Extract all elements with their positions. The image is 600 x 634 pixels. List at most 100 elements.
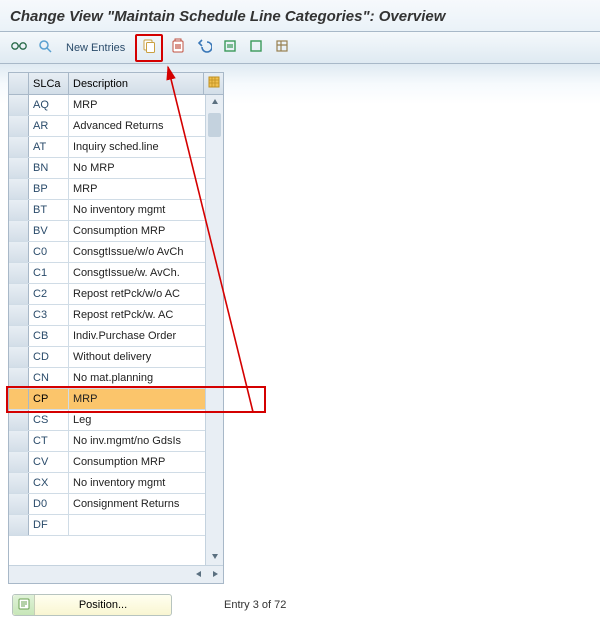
cell-description[interactable]: No mat.planning: [69, 368, 205, 389]
row-selector[interactable]: [9, 410, 29, 430]
row-selector[interactable]: [9, 158, 29, 178]
cell-code[interactable]: CV: [29, 452, 69, 473]
table-row[interactable]: C0ConsgtIssue/w/o AvCh: [9, 242, 205, 263]
select-all-button[interactable]: [219, 37, 241, 59]
cell-description[interactable]: Repost retPck/w/o AC: [69, 284, 205, 305]
table-row[interactable]: C3Repost retPck/w. AC: [9, 305, 205, 326]
table-row[interactable]: BTNo inventory mgmt: [9, 200, 205, 221]
cell-description[interactable]: Repost retPck/w. AC: [69, 305, 205, 326]
table-row[interactable]: BVConsumption MRP: [9, 221, 205, 242]
deselect-all-button[interactable]: [245, 37, 267, 59]
column-header-description[interactable]: Description: [69, 73, 203, 95]
table-row[interactable]: BPMRP: [9, 179, 205, 200]
scroll-down-button[interactable]: [206, 549, 223, 565]
table-row[interactable]: C2Repost retPck/w/o AC: [9, 284, 205, 305]
row-selector[interactable]: [9, 515, 29, 535]
vertical-scrollbar[interactable]: [205, 95, 223, 565]
other-view-button[interactable]: [8, 37, 30, 59]
cell-description[interactable]: MRP: [69, 179, 205, 200]
cell-description[interactable]: Consignment Returns: [69, 494, 205, 515]
table-row[interactable]: CBIndiv.Purchase Order: [9, 326, 205, 347]
cell-description[interactable]: ConsgtIssue/w/o AvCh: [69, 242, 205, 263]
cell-description[interactable]: MRP: [69, 95, 205, 116]
cell-code[interactable]: DF: [29, 515, 69, 536]
horizontal-scrollbar[interactable]: [9, 565, 223, 583]
cell-code[interactable]: C1: [29, 263, 69, 284]
row-selector[interactable]: [9, 137, 29, 157]
table-row[interactable]: BNNo MRP: [9, 158, 205, 179]
row-selector[interactable]: [9, 263, 29, 283]
table-row[interactable]: ATInquiry sched.line: [9, 137, 205, 158]
copy-as-button[interactable]: [138, 37, 160, 59]
cell-description[interactable]: Inquiry sched.line: [69, 137, 205, 158]
cell-description[interactable]: Advanced Returns: [69, 116, 205, 137]
table-row[interactable]: CDWithout delivery: [9, 347, 205, 368]
row-selector[interactable]: [9, 200, 29, 220]
row-selector[interactable]: [9, 221, 29, 241]
cell-code[interactable]: C0: [29, 242, 69, 263]
cell-code[interactable]: CS: [29, 410, 69, 431]
table-settings-button[interactable]: [271, 37, 293, 59]
row-selector[interactable]: [9, 179, 29, 199]
table-row[interactable]: CPMRP: [9, 389, 205, 410]
row-selector[interactable]: [9, 473, 29, 493]
table-row[interactable]: CNNo mat.planning: [9, 368, 205, 389]
cell-code[interactable]: CP: [29, 389, 69, 410]
cell-description[interactable]: Indiv.Purchase Order: [69, 326, 205, 347]
cell-code[interactable]: AQ: [29, 95, 69, 116]
scroll-left-button[interactable]: [191, 566, 207, 583]
table-row[interactable]: AQMRP: [9, 95, 205, 116]
cell-code[interactable]: CX: [29, 473, 69, 494]
cell-description[interactable]: No inventory mgmt: [69, 200, 205, 221]
row-selector[interactable]: [9, 305, 29, 325]
cell-code[interactable]: CB: [29, 326, 69, 347]
table-row[interactable]: DF: [9, 515, 205, 536]
row-selector[interactable]: [9, 326, 29, 346]
cell-code[interactable]: D0: [29, 494, 69, 515]
position-button[interactable]: Position...: [12, 594, 172, 616]
cell-code[interactable]: CT: [29, 431, 69, 452]
column-header-code[interactable]: SLCa: [29, 73, 69, 95]
scrollbar-thumb[interactable]: [208, 113, 221, 137]
row-selector[interactable]: [9, 494, 29, 514]
row-selector[interactable]: [9, 242, 29, 262]
table-row[interactable]: ARAdvanced Returns: [9, 116, 205, 137]
table-row[interactable]: CSLeg: [9, 410, 205, 431]
row-selector[interactable]: [9, 368, 29, 388]
cell-code[interactable]: AR: [29, 116, 69, 137]
cell-description[interactable]: No inventory mgmt: [69, 473, 205, 494]
row-selector-header[interactable]: [9, 73, 29, 94]
scroll-up-button[interactable]: [206, 95, 223, 111]
scrollbar-track[interactable]: [206, 111, 223, 549]
row-selector[interactable]: [9, 452, 29, 472]
table-row[interactable]: CVConsumption MRP: [9, 452, 205, 473]
table-config-button[interactable]: [203, 73, 223, 94]
new-entries-button[interactable]: New Entries: [60, 37, 131, 59]
cell-code[interactable]: C2: [29, 284, 69, 305]
cell-code[interactable]: BV: [29, 221, 69, 242]
cell-description[interactable]: Consumption MRP: [69, 221, 205, 242]
row-selector[interactable]: [9, 389, 29, 409]
cell-code[interactable]: C3: [29, 305, 69, 326]
cell-description[interactable]: No inv.mgmt/no GdsIs: [69, 431, 205, 452]
undo-button[interactable]: [193, 37, 215, 59]
row-selector[interactable]: [9, 284, 29, 304]
find-button[interactable]: [34, 37, 56, 59]
row-selector[interactable]: [9, 431, 29, 451]
cell-code[interactable]: BP: [29, 179, 69, 200]
cell-code[interactable]: CD: [29, 347, 69, 368]
table-row[interactable]: C1ConsgtIssue/w. AvCh.: [9, 263, 205, 284]
cell-description[interactable]: Consumption MRP: [69, 452, 205, 473]
cell-code[interactable]: AT: [29, 137, 69, 158]
cell-description[interactable]: No MRP: [69, 158, 205, 179]
cell-code[interactable]: CN: [29, 368, 69, 389]
table-row[interactable]: CTNo inv.mgmt/no GdsIs: [9, 431, 205, 452]
row-selector[interactable]: [9, 116, 29, 136]
delete-button[interactable]: [167, 37, 189, 59]
cell-description[interactable]: ConsgtIssue/w. AvCh.: [69, 263, 205, 284]
scroll-right-button[interactable]: [207, 566, 223, 583]
cell-description[interactable]: Without delivery: [69, 347, 205, 368]
row-selector[interactable]: [9, 95, 29, 115]
cell-description[interactable]: Leg: [69, 410, 205, 431]
table-row[interactable]: CXNo inventory mgmt: [9, 473, 205, 494]
